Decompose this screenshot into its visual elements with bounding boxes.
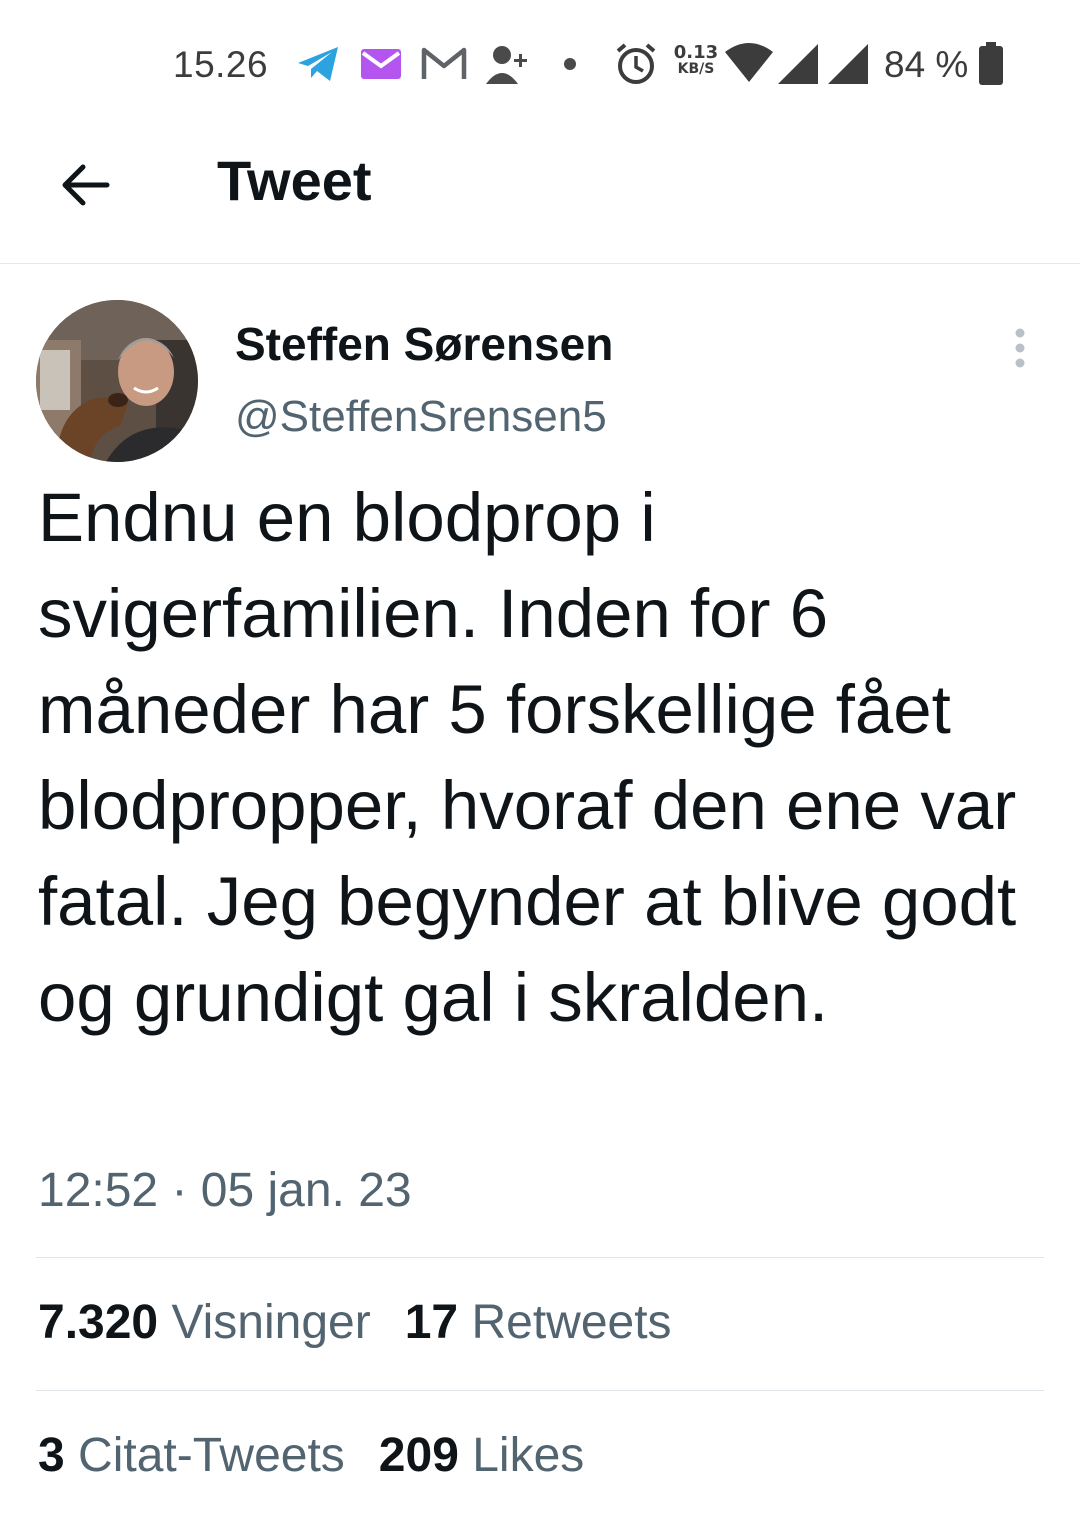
more-options-button[interactable] [1000, 326, 1040, 370]
page-title: Tweet [217, 149, 372, 212]
stats-row-views-retweets: 7.320 Visninger 17 Retweets [38, 1295, 672, 1350]
views-stat[interactable]: 7.320 Visninger [38, 1296, 371, 1349]
arrow-left-icon [62, 164, 110, 206]
avatar[interactable] [36, 300, 198, 462]
retweets-count: 17 [404, 1296, 459, 1349]
add-contact-icon [486, 42, 532, 86]
status-bar: 15.26 0.13 KB/S 84 % [0, 0, 1080, 130]
divider [36, 1257, 1044, 1258]
more-vertical-icon [1015, 328, 1025, 368]
views-label: Visninger [171, 1296, 371, 1349]
stats-row-quotes-likes: 3 Citat-Tweets 209 Likes [38, 1428, 584, 1483]
likes-label: Likes [472, 1429, 585, 1482]
likes-stat[interactable]: 209 Likes [379, 1429, 585, 1482]
notification-dot-icon [563, 42, 577, 86]
wifi-icon [724, 42, 774, 86]
alarm-icon [614, 42, 658, 86]
author-handle[interactable]: @SteffenSrensen5 [235, 392, 607, 442]
back-button[interactable] [52, 152, 118, 218]
retweets-label: Retweets [471, 1296, 672, 1349]
signal-icon [776, 42, 820, 86]
quotes-count: 3 [38, 1429, 65, 1482]
quotes-stat[interactable]: 3 Citat-Tweets [38, 1429, 345, 1482]
network-speed: 0.13 KB/S [673, 42, 719, 77]
top-app-bar: Tweet [0, 130, 1080, 264]
telegram-icon [296, 42, 340, 86]
author-name[interactable]: Steffen Sørensen [235, 317, 613, 371]
views-count: 7.320 [38, 1296, 159, 1349]
status-time: 15.26 [173, 44, 269, 85]
battery-percent: 84 % [884, 44, 969, 85]
gmail-icon [421, 42, 467, 86]
tweet-text: Endnu en blodprop i svigerfamilien. Inde… [38, 479, 1017, 1036]
battery-icon [978, 42, 1004, 86]
tweet-timestamp[interactable]: 12:52 · 05 jan. 23 [38, 1163, 412, 1218]
likes-count: 209 [378, 1429, 459, 1482]
quotes-label: Citat-Tweets [78, 1429, 345, 1482]
signal-icon [826, 42, 870, 86]
retweets-stat[interactable]: 17 Retweets [405, 1296, 672, 1349]
email-icon [360, 42, 402, 86]
divider [36, 1390, 1044, 1391]
